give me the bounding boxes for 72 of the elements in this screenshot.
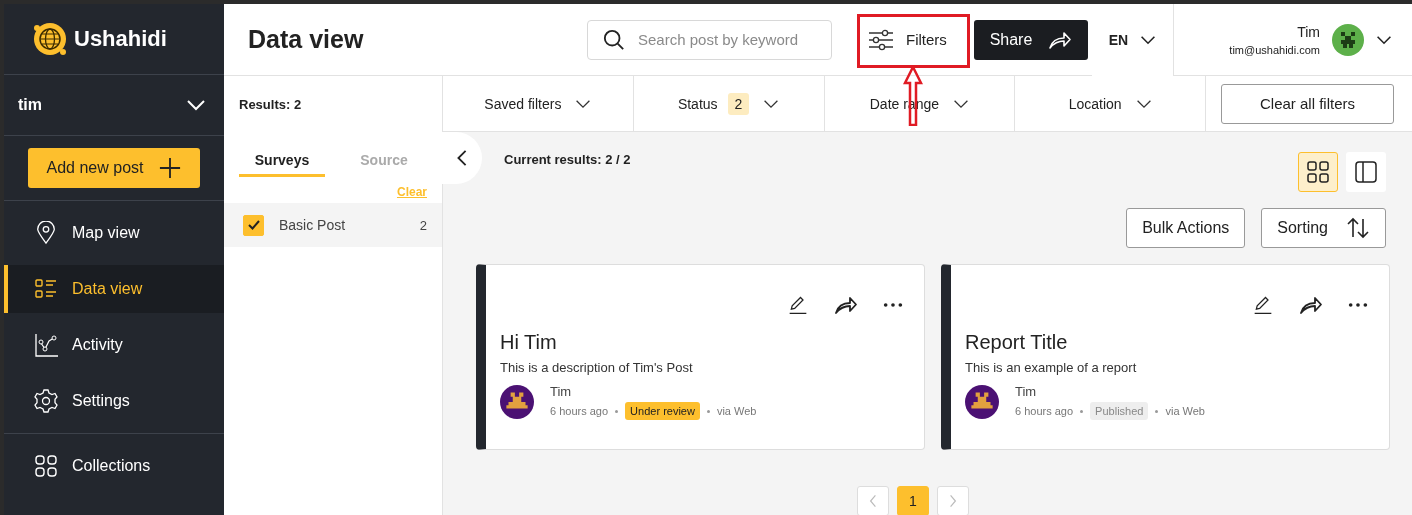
chevron-left-icon xyxy=(868,493,878,509)
list-icon xyxy=(34,277,58,301)
user-email: tim@ushahidi.com xyxy=(1229,43,1320,56)
panel-layout-icon xyxy=(1354,160,1378,184)
share-arrow-icon[interactable] xyxy=(1299,295,1323,315)
more-icon[interactable] xyxy=(1347,302,1369,308)
separator-dot xyxy=(706,409,710,413)
grid-icon xyxy=(1306,160,1330,184)
post-time: 6 hours ago xyxy=(550,405,609,417)
share-button[interactable]: Share xyxy=(974,19,1088,60)
map-pin-icon xyxy=(34,221,58,245)
post-card[interactable]: Report Title This is an example of a report Tim 6 hours ago Published via Web xyxy=(941,264,1390,450)
post-source: via Web xyxy=(716,405,757,417)
survey-row[interactable]: Basic Post 2 xyxy=(224,203,442,247)
checkbox[interactable] xyxy=(243,214,264,236)
chevron-down-icon xyxy=(953,98,969,109)
clear-all-filters-button[interactable]: Clear all filters xyxy=(1221,83,1394,124)
separator-dot xyxy=(615,409,619,413)
post-source: via Web xyxy=(1165,405,1205,417)
globe-logo-icon xyxy=(32,21,68,57)
chevron-right-icon xyxy=(948,493,958,509)
add-post-button[interactable]: Add new post xyxy=(28,148,200,188)
view-mode-button[interactable] xyxy=(1298,152,1338,192)
author-name: Tim xyxy=(1015,384,1038,399)
chevron-down-icon[interactable] xyxy=(1376,34,1392,45)
sliders-icon xyxy=(868,28,894,51)
search-field[interactable]: Search post by keyword xyxy=(587,19,832,60)
nav-item[interactable]: Settings xyxy=(4,377,224,425)
post-time: 6 hours ago xyxy=(1015,405,1074,417)
chevron-down-icon xyxy=(763,98,780,109)
status-tag: Under review xyxy=(625,402,700,420)
nav-item[interactable]: Collections xyxy=(4,442,224,490)
chevron-down-icon xyxy=(186,99,206,111)
avatar-icon[interactable] xyxy=(1332,23,1364,56)
nav-item[interactable]: Map view xyxy=(4,209,224,257)
search-icon xyxy=(603,28,625,51)
separator-dot xyxy=(1080,409,1084,413)
bulk-actions-button[interactable]: Bulk Actions xyxy=(1126,208,1246,248)
page-button[interactable]: 1 xyxy=(897,486,929,515)
chevron-down-icon xyxy=(575,98,592,109)
results-count: Results: 2 xyxy=(239,96,302,112)
status-tag: Published xyxy=(1090,402,1149,420)
sort-arrows-icon xyxy=(1346,217,1370,239)
view-mode-button[interactable] xyxy=(1346,152,1386,192)
post-card[interactable]: Hi Tim This is a description of Tim's Post Tim 6 hours ago Under review via Web xyxy=(476,264,925,450)
settings-icon xyxy=(34,389,58,413)
grid-icon xyxy=(34,454,58,478)
nav-item[interactable]: Data view xyxy=(4,265,224,313)
user-name: Tim xyxy=(1297,23,1320,40)
share-arrow-icon xyxy=(1048,29,1073,50)
chart-icon xyxy=(34,333,58,357)
post-description: This is a description of Tim's Post xyxy=(500,360,694,375)
chevron-left-icon xyxy=(456,149,468,167)
avatar-icon xyxy=(500,385,534,419)
chevron-down-icon xyxy=(1135,98,1152,109)
page-title: Data view xyxy=(248,25,364,54)
post-title: Hi Tim xyxy=(500,331,558,354)
post-description: This is an example of a report xyxy=(965,360,1138,375)
avatar-icon xyxy=(965,385,999,419)
filter-tab[interactable]: Surveys xyxy=(239,152,325,177)
sorting-button[interactable]: Sorting xyxy=(1261,208,1386,248)
post-title: Report Title xyxy=(965,331,1069,354)
plus-icon xyxy=(159,157,182,179)
current-results: Current results: 2 / 2 xyxy=(504,152,631,167)
nav-item[interactable]: Activity xyxy=(4,321,224,369)
author-name: Tim xyxy=(550,384,573,399)
separator-dot xyxy=(1155,409,1159,413)
more-icon[interactable] xyxy=(882,302,904,308)
language-selector[interactable]: EN xyxy=(1092,3,1174,76)
app-name: Ushahidi xyxy=(74,26,167,52)
chevron-down-icon xyxy=(1140,34,1157,45)
share-arrow-icon[interactable] xyxy=(834,295,858,315)
